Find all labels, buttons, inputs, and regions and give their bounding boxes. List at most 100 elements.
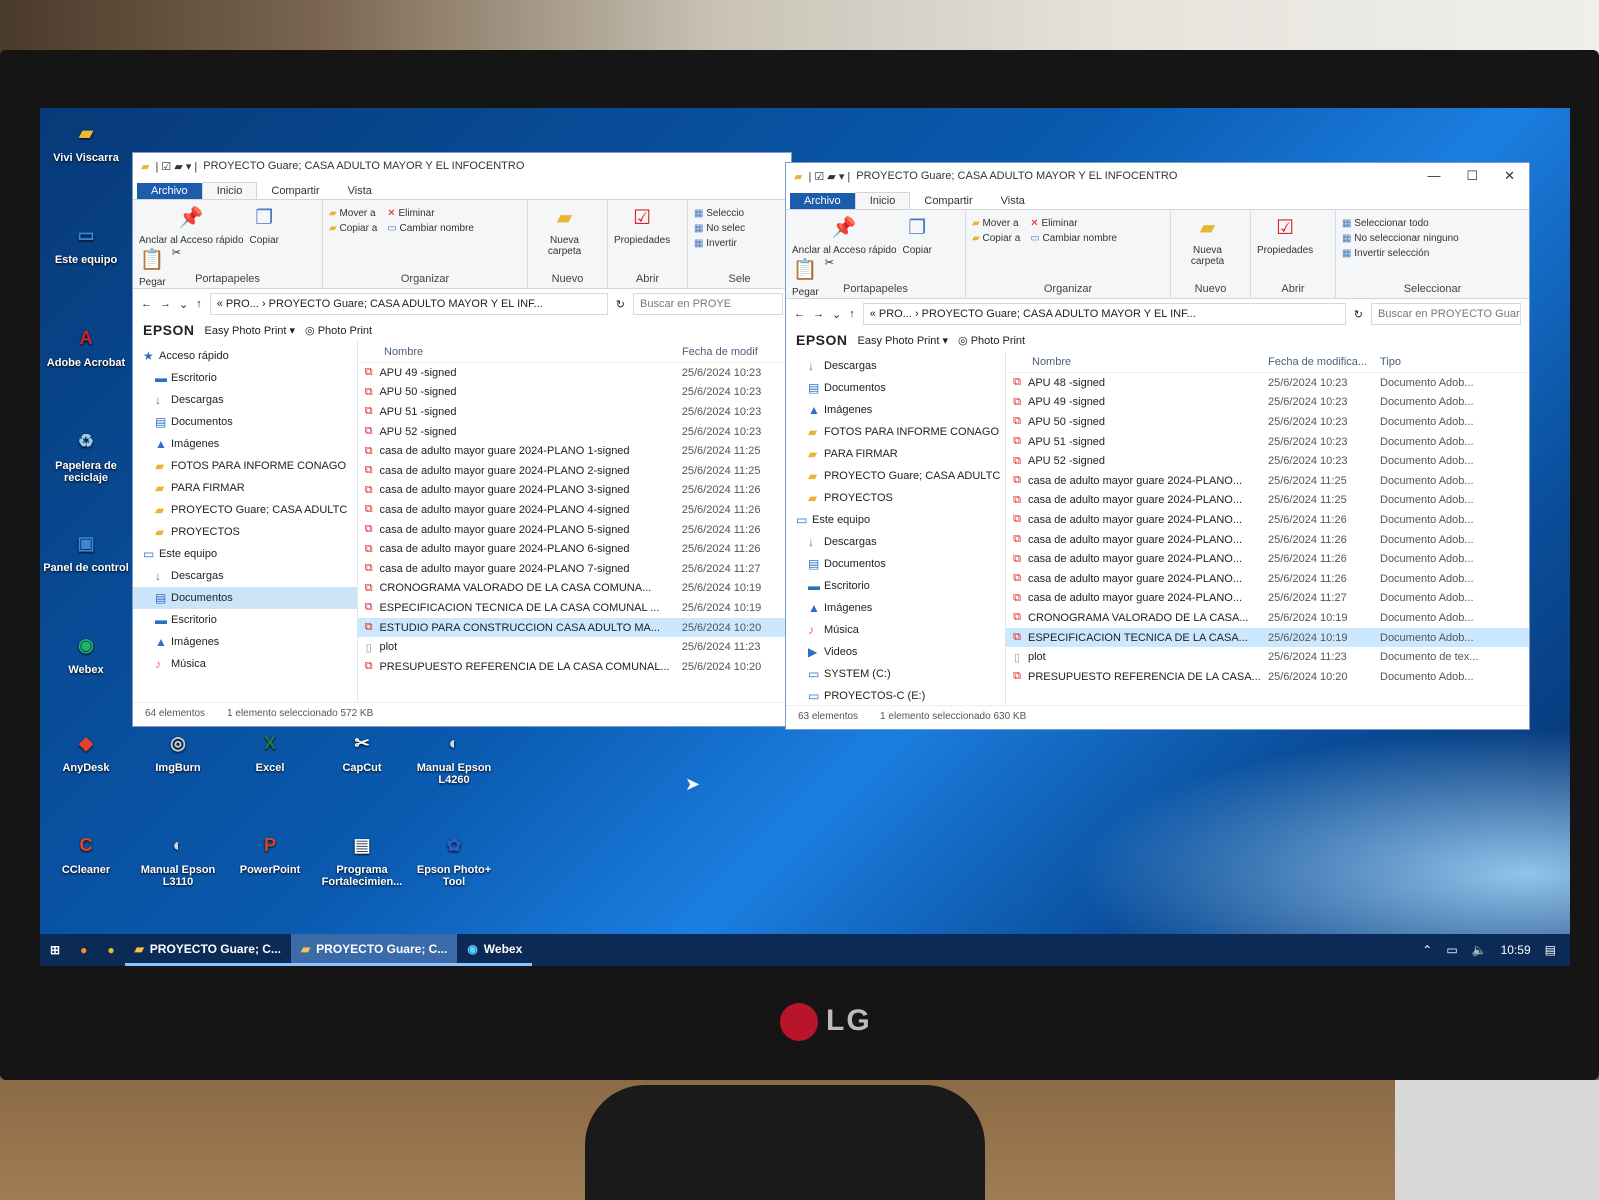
minimize-button[interactable]: — xyxy=(1427,168,1440,184)
file-row[interactable]: ⧉ APU 52 -signed 25/6/2024 10:23 xyxy=(358,422,791,442)
file-row[interactable]: ▯ plot 25/6/2024 11:23 xyxy=(358,637,791,657)
file-row[interactable]: ⧉ APU 51 -signed 25/6/2024 10:23 xyxy=(358,402,791,422)
file-row[interactable]: ⧉ APU 51 -signed 25/6/2024 10:23 Documento … xyxy=(1006,432,1529,452)
notification-icon[interactable]: ▤ xyxy=(1545,943,1556,957)
file-row[interactable]: ⧉ ESPECIFICACION TECNICA DE LA CASA COMUN… xyxy=(358,598,791,618)
pin-quick-access-button[interactable]: 📌 Anclar al Acceso rápido xyxy=(139,204,244,246)
volume-icon[interactable]: 🔈 xyxy=(1472,943,1487,957)
network-icon[interactable]: ▭ xyxy=(1446,943,1457,957)
nav-item[interactable]: ★ Acceso rápido xyxy=(133,345,357,367)
chrome-taskbar-icon[interactable]: ● xyxy=(97,934,124,966)
close-button[interactable]: ✕ xyxy=(1504,168,1515,184)
invert-selection-button[interactable]: ▦ Invertir selección xyxy=(1342,248,1523,259)
file-row[interactable]: ⧉ ESTUDIO PARA CONSTRUCCION CASA ADULTO M… xyxy=(358,617,791,638)
new-folder-button[interactable]: ▰ Nueva carpeta xyxy=(534,204,595,257)
tab-inicio[interactable]: Inicio xyxy=(201,182,258,199)
column-type[interactable]: Tipo xyxy=(1380,356,1401,368)
column-name[interactable]: Nombre xyxy=(1006,356,1268,368)
desktop-icon-papelera-de-reciclaje[interactable]: ♻ Papelera de reciclaje xyxy=(40,426,132,484)
nav-item[interactable]: ▰ PARA FIRMAR xyxy=(133,477,357,499)
explorer-window-right[interactable]: ▰ | ☑ ▰ ▾ | PROYECTO Guare; CASA ADULTO MA… xyxy=(785,162,1530,730)
desktop-icon-imgburn[interactable]: ◎ ImgBurn xyxy=(132,728,224,774)
column-date[interactable]: Fecha de modifica... xyxy=(1268,356,1380,368)
tab-compartir[interactable]: Compartir xyxy=(257,183,333,199)
file-row[interactable]: ⧉ CRONOGRAMA VALORADO DE LA CASA COMUNA..… xyxy=(358,579,791,599)
nav-item[interactable]: ▲ Imágenes xyxy=(786,597,1005,619)
desktop-icon-manual-epson-l4260[interactable]: ◐ Manual Epson L4260 xyxy=(408,728,500,786)
file-row[interactable]: ⧉ casa de adulto mayor guare 2024-PLANO..… xyxy=(1006,491,1529,511)
address-path[interactable]: « PRO... › PROYECTO Guare; CASA ADULTO M… xyxy=(209,293,608,315)
file-row[interactable]: ⧉ casa de adulto mayor guare 2024-PLANO..… xyxy=(1006,569,1529,589)
taskbar-item[interactable]: ◉ Webex xyxy=(457,934,533,966)
select-all-button[interactable]: ▦ Seleccionar todo xyxy=(1342,218,1523,229)
photo-print-button[interactable]: ◎ Photo Print xyxy=(958,334,1025,347)
desktop-icon-ccleaner[interactable]: C CCleaner xyxy=(40,830,132,876)
recent-icon[interactable]: ⌄ xyxy=(832,308,841,321)
column-name[interactable]: Nombre xyxy=(358,346,682,358)
desktop-icon-webex[interactable]: ◉ Webex xyxy=(40,630,132,676)
properties-button[interactable]: ☑ Propiedades xyxy=(614,204,670,246)
copy-to-button[interactable]: ▰ Copiar a xyxy=(329,223,377,234)
search-input[interactable]: Buscar en PROYECTO Guare; ... xyxy=(1371,303,1521,325)
desktop-icon-adobe-acrobat[interactable]: A Adobe Acrobat xyxy=(40,323,132,369)
file-row[interactable]: ⧉ APU 49 -signed 25/6/2024 10:23 Documento … xyxy=(1006,393,1529,413)
file-row[interactable]: ⧉ casa de adulto mayor guare 2024-PLANO 4… xyxy=(358,500,791,520)
nav-item[interactable]: ▤ Documentos xyxy=(786,377,1005,399)
nav-item[interactable]: ▶ Videos xyxy=(786,641,1005,663)
easy-photo-print-button[interactable]: Easy Photo Print ▾ xyxy=(205,324,296,337)
photo-print-button[interactable]: ◎ Photo Print xyxy=(305,324,372,337)
nav-item[interactable]: ▲ Imágenes xyxy=(133,631,357,653)
desktop-icon-vivi-viscarra[interactable]: ▰ Vivi Viscarra xyxy=(40,118,132,164)
select-none-button[interactable]: ▦ No selec xyxy=(694,223,785,234)
up-icon[interactable]: ↑ xyxy=(196,298,202,310)
back-icon[interactable]: ← xyxy=(794,308,805,320)
file-row[interactable]: ⧉ PRESUPUESTO REFERENCIA DE LA CASA... 25/… xyxy=(1006,667,1529,687)
invert-selection-button[interactable]: ▦ Invertir xyxy=(694,238,785,249)
recent-icon[interactable]: ⌄ xyxy=(179,298,188,311)
nav-item[interactable]: ↓ Descargas xyxy=(786,531,1005,553)
file-row[interactable]: ⧉ APU 50 -signed 25/6/2024 10:23 xyxy=(358,383,791,403)
select-all-button[interactable]: ▦ Seleccio xyxy=(694,208,785,219)
file-row[interactable]: ⧉ casa de adulto mayor guare 2024-PLANO..… xyxy=(1006,549,1529,569)
desktop-icon-este-equipo[interactable]: ▭ Este equipo xyxy=(40,220,132,266)
properties-button[interactable]: ☑ Propiedades xyxy=(1257,214,1313,256)
firefox-taskbar-icon[interactable]: ● xyxy=(70,934,97,966)
file-row[interactable]: ⧉ casa de adulto mayor guare 2024-PLANO 3… xyxy=(358,481,791,501)
taskbar-item[interactable]: ▰ PROYECTO Guare; C... xyxy=(124,934,291,966)
nav-item[interactable]: ▬ Escritorio xyxy=(133,367,357,389)
forward-icon[interactable]: → xyxy=(813,308,824,320)
nav-item[interactable]: ♪ Música xyxy=(786,619,1005,641)
taskbar-item[interactable]: ▰ PROYECTO Guare; C... xyxy=(290,934,458,966)
tab-compartir[interactable]: Compartir xyxy=(910,193,986,209)
cut-icon[interactable]: ✂ xyxy=(172,247,181,259)
desktop-icon-capcut[interactable]: ✂ CapCut xyxy=(316,728,408,774)
nav-item[interactable]: ▭ PROYECTOS-C (E:) xyxy=(786,685,1005,705)
forward-icon[interactable]: → xyxy=(160,298,171,310)
nav-item[interactable]: ▰ PROYECTO Guare; CASA ADULTC xyxy=(133,499,357,521)
file-row[interactable]: ⧉ casa de adulto mayor guare 2024-PLANO 5… xyxy=(358,520,791,540)
rename-button[interactable]: ▭ Cambiar nombre xyxy=(1030,233,1117,244)
back-icon[interactable]: ← xyxy=(141,298,152,310)
cut-icon[interactable]: ✂ xyxy=(825,257,834,269)
file-row[interactable]: ⧉ casa de adulto mayor guare 2024-PLANO 7… xyxy=(358,559,791,579)
nav-item[interactable]: ↓ Descargas xyxy=(133,389,357,411)
refresh-icon[interactable]: ↻ xyxy=(1354,308,1363,321)
nav-item[interactable]: ↓ Descargas xyxy=(133,565,357,587)
delete-button[interactable]: ✕ Eliminar xyxy=(1030,218,1117,229)
delete-button[interactable]: ✕ Eliminar xyxy=(387,208,474,219)
copy-button[interactable]: ❐ Copiar xyxy=(250,204,279,246)
nav-item[interactable]: ▰ PROYECTO Guare; CASA ADULTC xyxy=(786,465,1005,487)
rename-button[interactable]: ▭ Cambiar nombre xyxy=(387,223,474,234)
file-row[interactable]: ▯ plot 25/6/2024 11:23 Documento de tex... xyxy=(1006,647,1529,667)
file-row[interactable]: ⧉ ESPECIFICACION TECNICA DE LA CASA... 25/… xyxy=(1006,627,1529,648)
tab-archivo[interactable]: Archivo xyxy=(137,183,202,199)
nav-item[interactable]: ▰ PROYECTOS xyxy=(786,487,1005,509)
nav-item[interactable]: ↓ Descargas xyxy=(786,355,1005,377)
quick-access-toolbar[interactable]: | ☑ ▰ ▾ | xyxy=(808,170,850,183)
nav-item[interactable]: ▤ Documentos xyxy=(786,553,1005,575)
file-row[interactable]: ⧉ casa de adulto mayor guare 2024-PLANO 1… xyxy=(358,441,791,461)
file-row[interactable]: ⧉ APU 49 -signed 25/6/2024 10:23 xyxy=(358,363,791,383)
file-row[interactable]: ⧉ casa de adulto mayor guare 2024-PLANO 2… xyxy=(358,461,791,481)
tab-vista[interactable]: Vista xyxy=(987,193,1039,209)
new-folder-button[interactable]: ▰ Nueva carpeta xyxy=(1177,214,1238,267)
